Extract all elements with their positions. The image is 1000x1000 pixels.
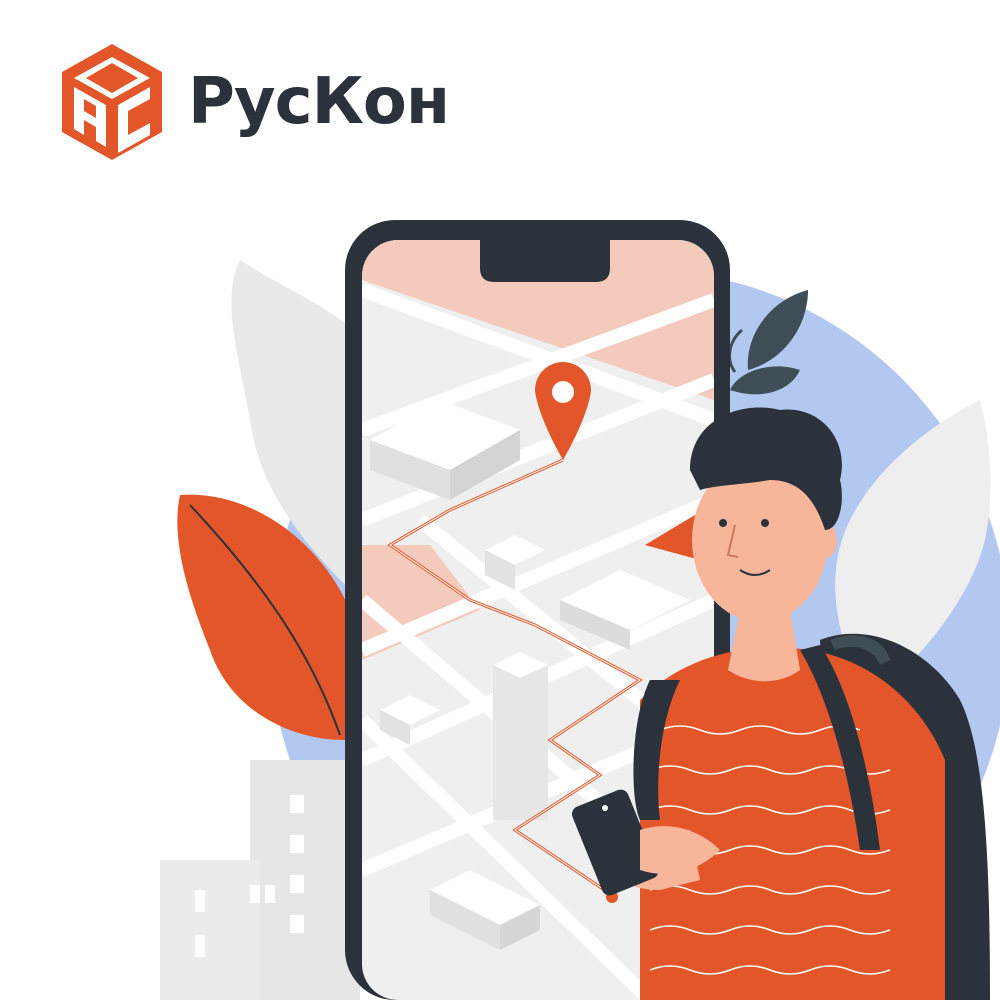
page: РусКон — [0, 0, 1000, 1000]
person-with-phone-map-illustration — [0, 220, 1000, 1000]
background-buildings — [160, 760, 360, 1000]
